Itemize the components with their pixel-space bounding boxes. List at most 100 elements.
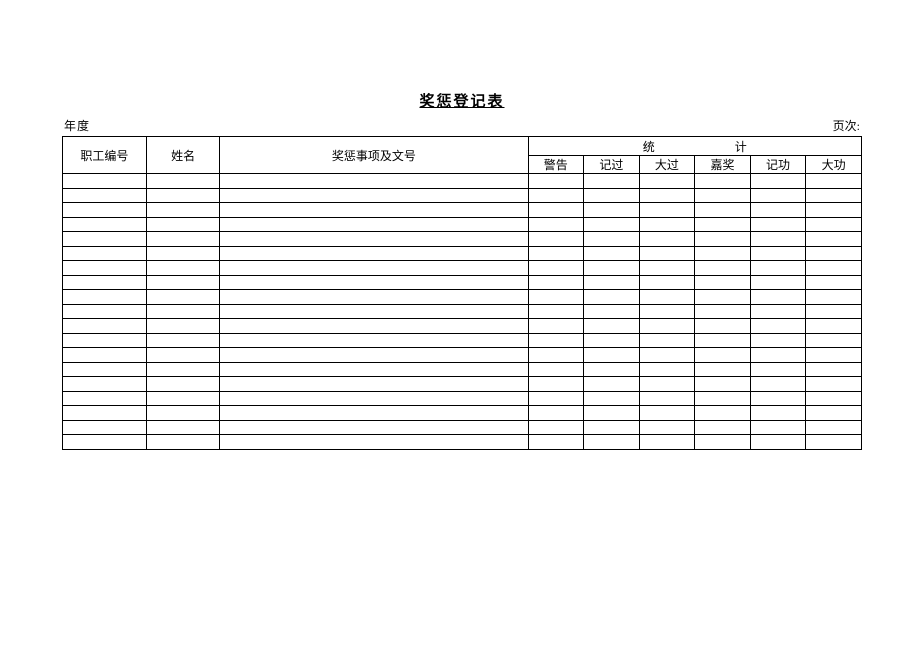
table-row [63, 188, 862, 203]
cell-minor_merit [750, 362, 806, 377]
cell-commend [695, 348, 751, 363]
cell-major_demerit [639, 333, 695, 348]
cell-major_demerit [639, 435, 695, 450]
table-row [63, 391, 862, 406]
cell-item [220, 406, 528, 421]
col-header-major-merit: 大功 [806, 156, 862, 174]
cell-item [220, 377, 528, 392]
cell-emp_id [63, 290, 147, 305]
meta-row: 年度 页次: [62, 117, 862, 134]
cell-major_merit [806, 420, 862, 435]
cell-commend [695, 377, 751, 392]
cell-name [146, 435, 219, 450]
table-row [63, 290, 862, 305]
cell-warn [528, 304, 584, 319]
cell-emp_id [63, 377, 147, 392]
cell-item [220, 391, 528, 406]
cell-commend [695, 261, 751, 276]
cell-item [220, 232, 528, 247]
cell-major_demerit [639, 246, 695, 261]
cell-demerit [584, 319, 640, 334]
cell-name [146, 290, 219, 305]
cell-major_merit [806, 203, 862, 218]
cell-demerit [584, 275, 640, 290]
cell-name [146, 304, 219, 319]
table-row [63, 232, 862, 247]
cell-minor_merit [750, 290, 806, 305]
col-header-stats-group: 统计 [528, 137, 862, 156]
cell-emp_id [63, 348, 147, 363]
cell-major_merit [806, 217, 862, 232]
cell-major_demerit [639, 188, 695, 203]
table-row [63, 377, 862, 392]
table-row [63, 420, 862, 435]
cell-minor_merit [750, 246, 806, 261]
cell-emp_id [63, 406, 147, 421]
cell-major_merit [806, 348, 862, 363]
cell-warn [528, 188, 584, 203]
cell-demerit [584, 188, 640, 203]
cell-commend [695, 217, 751, 232]
cell-item [220, 333, 528, 348]
cell-demerit [584, 333, 640, 348]
table-row [63, 348, 862, 363]
table-row [63, 362, 862, 377]
cell-major_merit [806, 290, 862, 305]
cell-commend [695, 319, 751, 334]
cell-demerit [584, 232, 640, 247]
cell-commend [695, 333, 751, 348]
cell-demerit [584, 174, 640, 189]
cell-demerit [584, 348, 640, 363]
table-row [63, 203, 862, 218]
cell-emp_id [63, 174, 147, 189]
cell-item [220, 174, 528, 189]
cell-commend [695, 246, 751, 261]
cell-minor_merit [750, 188, 806, 203]
cell-emp_id [63, 217, 147, 232]
cell-minor_merit [750, 232, 806, 247]
cell-major_merit [806, 377, 862, 392]
cell-demerit [584, 391, 640, 406]
cell-emp_id [63, 391, 147, 406]
col-header-commend: 嘉奖 [695, 156, 751, 174]
cell-minor_merit [750, 406, 806, 421]
cell-emp_id [63, 246, 147, 261]
col-header-warn: 警告 [528, 156, 584, 174]
cell-minor_merit [750, 319, 806, 334]
cell-warn [528, 391, 584, 406]
cell-major_merit [806, 362, 862, 377]
table-body [63, 174, 862, 450]
cell-item [220, 319, 528, 334]
cell-name [146, 246, 219, 261]
cell-demerit [584, 217, 640, 232]
cell-emp_id [63, 319, 147, 334]
cell-major_demerit [639, 377, 695, 392]
cell-demerit [584, 304, 640, 319]
table-row [63, 174, 862, 189]
cell-emp_id [63, 362, 147, 377]
table-row [63, 406, 862, 421]
cell-demerit [584, 435, 640, 450]
cell-minor_merit [750, 203, 806, 218]
cell-minor_merit [750, 391, 806, 406]
cell-item [220, 420, 528, 435]
cell-warn [528, 377, 584, 392]
page-title: 奖惩登记表 [62, 90, 862, 111]
cell-name [146, 391, 219, 406]
cell-major_merit [806, 333, 862, 348]
cell-major_demerit [639, 362, 695, 377]
cell-major_merit [806, 188, 862, 203]
cell-item [220, 348, 528, 363]
cell-major_merit [806, 275, 862, 290]
cell-warn [528, 348, 584, 363]
cell-emp_id [63, 333, 147, 348]
cell-commend [695, 275, 751, 290]
cell-commend [695, 420, 751, 435]
table-row [63, 304, 862, 319]
cell-minor_merit [750, 333, 806, 348]
cell-item [220, 246, 528, 261]
cell-major_demerit [639, 261, 695, 276]
cell-demerit [584, 261, 640, 276]
cell-demerit [584, 406, 640, 421]
cell-demerit [584, 290, 640, 305]
